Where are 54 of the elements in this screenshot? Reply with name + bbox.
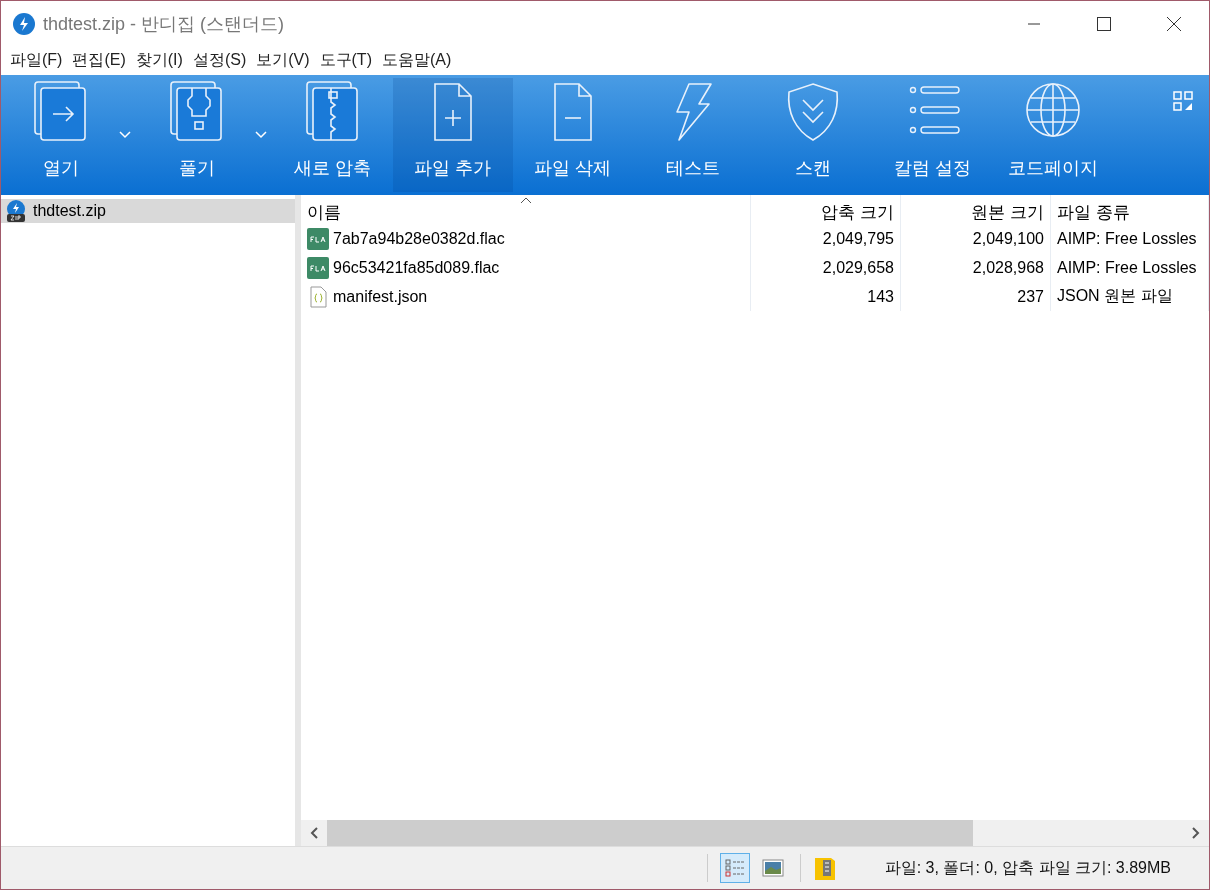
scrollbar-thumb[interactable] bbox=[327, 820, 973, 846]
close-icon bbox=[1167, 16, 1181, 31]
file-name-cell[interactable]: manifest.json bbox=[301, 282, 751, 311]
file-name: 7ab7a94b28e0382d.flac bbox=[333, 229, 505, 248]
menu-item[interactable]: 파일(F) bbox=[5, 50, 68, 71]
toolbar-button[interactable]: 풀기 bbox=[137, 78, 257, 192]
toolbar-button[interactable]: 열기 bbox=[1, 78, 121, 192]
menu-item[interactable]: 도구(T) bbox=[314, 50, 377, 71]
picture-icon bbox=[761, 859, 784, 877]
tree-item[interactable]: thdtest.zip bbox=[1, 199, 295, 223]
file-name-cell[interactable]: 7ab7a94b28e0382d.flac bbox=[301, 224, 751, 253]
zip-archive-icon bbox=[5, 200, 27, 222]
table-cell: JSON 원본 파일 bbox=[1051, 282, 1209, 311]
menu-item[interactable]: 설정(S) bbox=[187, 50, 252, 71]
sort-caret-icon bbox=[519, 197, 532, 204]
toolbar-button[interactable]: 새로 압축 bbox=[273, 78, 393, 192]
toolbar-button[interactable]: 테스트 bbox=[633, 78, 753, 192]
json-file-icon bbox=[307, 285, 329, 308]
details-view-button[interactable] bbox=[719, 853, 750, 883]
window-title: thdtest.zip - 반디집 (스탠더드) bbox=[43, 12, 285, 36]
flac-file-icon bbox=[307, 227, 329, 250]
table-cell: AIMP: Free Lossles bbox=[1051, 253, 1209, 282]
toolbar-button[interactable]: 코드페이지 bbox=[993, 78, 1113, 192]
flac-file-icon bbox=[307, 256, 329, 279]
status-text: 파일: 3, 폴더: 0, 압축 파일 크기: 3.89MB bbox=[884, 857, 1171, 878]
table-cell: 2,028,968 bbox=[901, 253, 1051, 282]
table-cell: 143 bbox=[751, 282, 901, 311]
table-cell: 2,049,100 bbox=[901, 224, 1051, 253]
menu-item[interactable]: 편집(E) bbox=[67, 50, 131, 71]
toolbar-button[interactable]: 스캔 bbox=[753, 78, 873, 192]
file-name-cell[interactable]: 96c53421fa85d089.flac bbox=[301, 253, 751, 282]
list-view-icon bbox=[723, 857, 746, 879]
app-logo-icon bbox=[13, 12, 35, 35]
maximize-icon bbox=[1097, 16, 1111, 31]
column-header[interactable]: 파일 종류 bbox=[1051, 195, 1209, 229]
toolbar-button[interactable]: 칼럼 설정 bbox=[873, 78, 993, 192]
column-header[interactable]: 원본 크기 bbox=[901, 195, 1051, 229]
dropdown-caret-icon[interactable] bbox=[117, 130, 133, 140]
table-cell: 2,029,658 bbox=[751, 253, 901, 282]
minimize-icon bbox=[1028, 22, 1040, 25]
table-cell: 2,049,795 bbox=[751, 224, 901, 253]
layout-grid-icon[interactable] bbox=[1173, 91, 1193, 111]
dropdown-caret-icon[interactable] bbox=[253, 130, 269, 140]
file-name: 96c53421fa85d089.flac bbox=[333, 258, 500, 277]
table-cell: AIMP: Free Lossles bbox=[1051, 224, 1209, 253]
archive-folder-icon[interactable] bbox=[812, 855, 837, 881]
menu-item[interactable]: 보기(V) bbox=[251, 50, 315, 71]
table-cell: 237 bbox=[901, 282, 1051, 311]
menu-item[interactable]: 도움말(A) bbox=[376, 50, 457, 71]
toolbar-button[interactable]: 파일 추가 bbox=[393, 78, 513, 192]
column-header[interactable]: 압축 크기 bbox=[751, 195, 901, 229]
toolbar-button[interactable]: 파일 삭제 bbox=[513, 78, 633, 192]
menu-item[interactable]: 찾기(I) bbox=[130, 50, 188, 71]
file-name: manifest.json bbox=[333, 287, 428, 306]
